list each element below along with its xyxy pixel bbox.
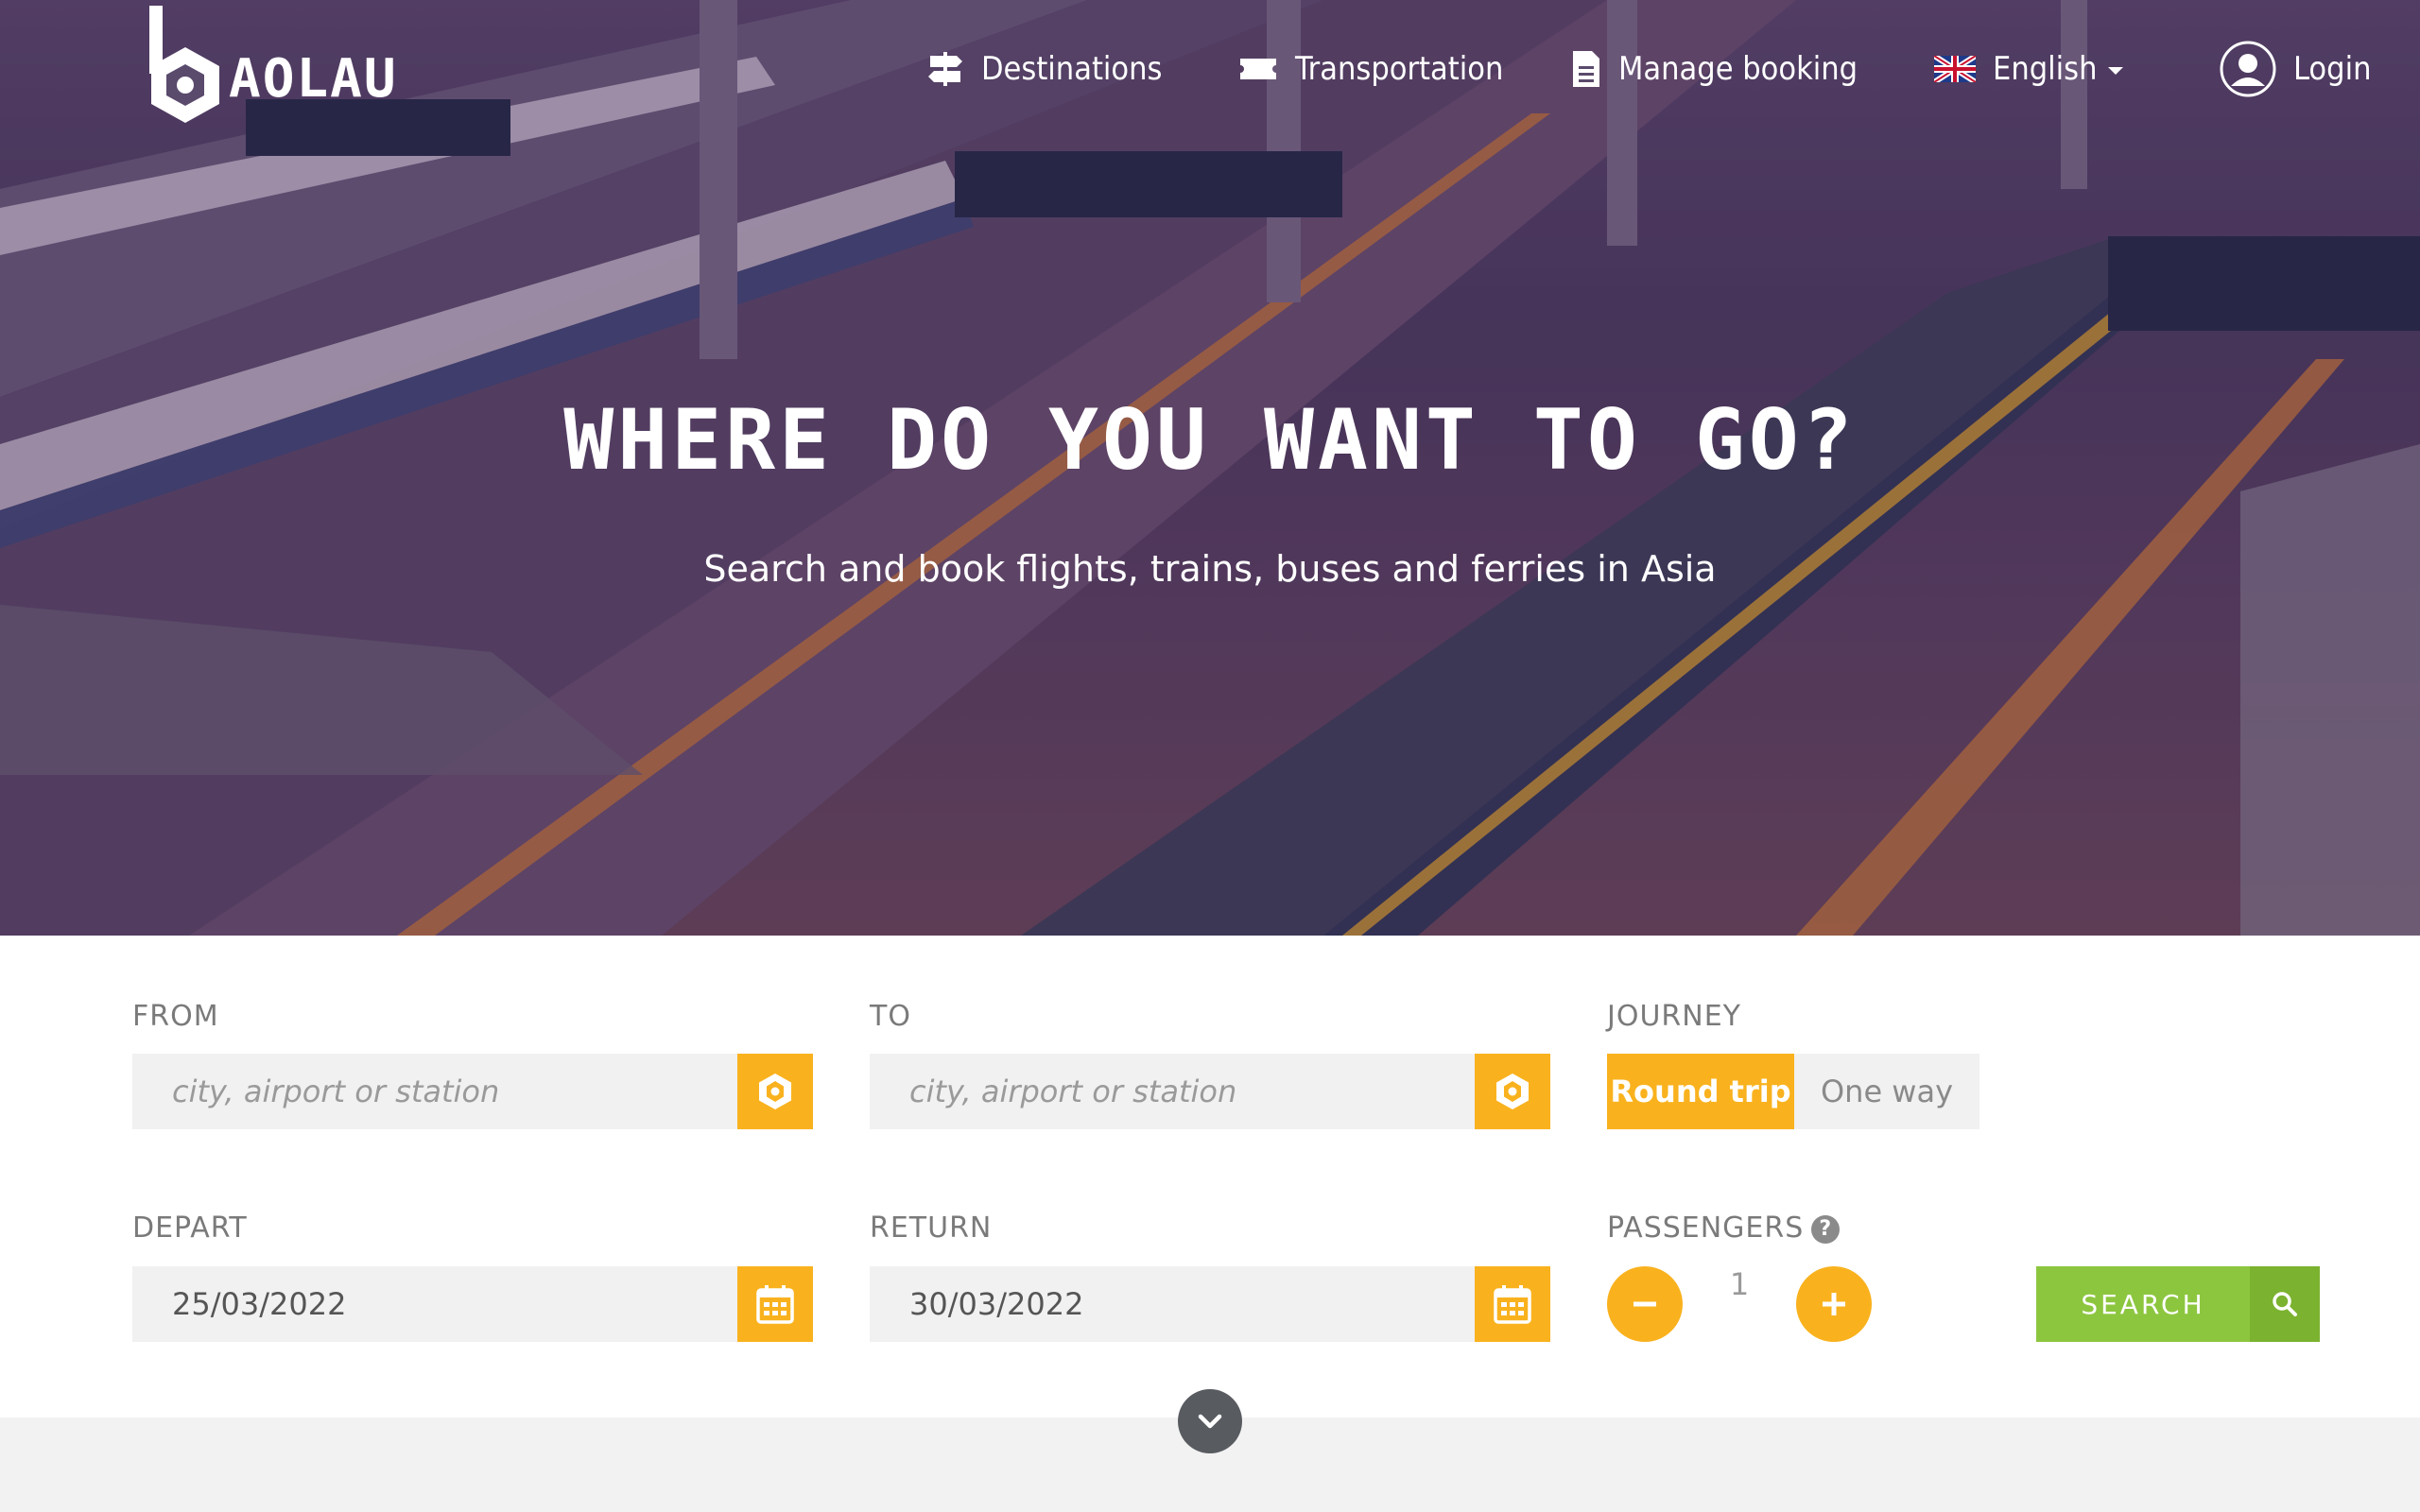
minus-icon: [1634, 1301, 1656, 1307]
return-calendar-button[interactable]: [1475, 1266, 1550, 1342]
journey-toggle: Round trip One way: [1607, 1054, 1979, 1129]
to-input[interactable]: city, airport or station: [870, 1074, 1475, 1109]
from-label: FROM: [132, 1000, 219, 1033]
from-input[interactable]: city, airport or station: [132, 1074, 737, 1109]
nav-transportation[interactable]: Transportation: [1238, 36, 1503, 102]
user-avatar-icon: [2220, 41, 2276, 97]
ticket-icon: [1240, 59, 1276, 79]
return-field[interactable]: 30/03/2022: [870, 1266, 1550, 1342]
hero-title: WHERE DO YOU WANT TO GO?: [563, 391, 1857, 489]
nav-destinations-label: Destinations: [981, 50, 1163, 88]
passengers-label: PASSENGERS: [1607, 1211, 1805, 1245]
location-hex-icon: [1496, 1074, 1529, 1109]
baolau-logo[interactable]: AOLAU: [144, 6, 398, 123]
to-field[interactable]: city, airport or station: [870, 1054, 1550, 1129]
from-field[interactable]: city, airport or station: [132, 1054, 813, 1129]
search-form: [0, 936, 2420, 1418]
login-label: Login: [2293, 50, 2372, 88]
search-icon: [2273, 1292, 2297, 1316]
search-button[interactable]: SEARCH: [2036, 1266, 2320, 1342]
language-label: English: [1993, 50, 2098, 88]
logo-text: AOLAU: [229, 48, 398, 110]
caret-down-icon: [2108, 67, 2124, 75]
nav-manage-booking-label: Manage booking: [1618, 50, 1858, 88]
scroll-down-button[interactable]: [1178, 1389, 1242, 1453]
round-trip-option[interactable]: Round trip: [1607, 1054, 1794, 1129]
language-selector[interactable]: English: [1934, 36, 2124, 102]
search-button-label: SEARCH: [2036, 1266, 2250, 1342]
search-icon-box: [2250, 1266, 2320, 1342]
journey-label: JOURNEY: [1607, 1000, 1741, 1033]
hero-banner: AOLAU Destinations Transportation Manage…: [0, 0, 2420, 936]
nav-transportation-label: Transportation: [1295, 50, 1504, 88]
chevron-down-icon: [1198, 1414, 1222, 1429]
return-date-input[interactable]: 30/03/2022: [870, 1286, 1475, 1322]
passengers-count: 1: [1729, 1266, 1750, 1302]
passengers-increment-button[interactable]: [1796, 1266, 1872, 1342]
depart-field[interactable]: 25/03/2022: [132, 1266, 813, 1342]
help-icon[interactable]: ?: [1811, 1214, 1841, 1244]
to-label: TO: [870, 1000, 911, 1033]
document-icon: [1573, 51, 1599, 87]
return-label: RETURN: [870, 1211, 993, 1245]
calendar-icon: [756, 1285, 794, 1324]
from-locate-button[interactable]: [737, 1054, 813, 1129]
passengers-label-group: PASSENGERS?: [1607, 1211, 1841, 1245]
hero-subtitle: Search and book flights, trains, buses a…: [703, 548, 1717, 590]
nav-login[interactable]: Login: [2220, 36, 2371, 102]
plus-icon: [1823, 1293, 1845, 1315]
location-hex-icon: [759, 1074, 791, 1109]
nav-manage-booking[interactable]: Manage booking: [1571, 36, 1858, 102]
logo-mark-icon: [149, 6, 219, 123]
signpost-icon: [928, 52, 962, 86]
calendar-icon: [1494, 1285, 1531, 1324]
passengers-decrement-button[interactable]: [1607, 1266, 1683, 1342]
depart-date-input[interactable]: 25/03/2022: [132, 1286, 737, 1322]
to-locate-button[interactable]: [1475, 1054, 1550, 1129]
uk-flag-icon: [1934, 56, 1976, 82]
depart-label: DEPART: [132, 1211, 248, 1245]
nav-destinations[interactable]: Destinations: [926, 36, 1162, 102]
one-way-option[interactable]: One way: [1794, 1054, 1979, 1129]
depart-calendar-button[interactable]: [737, 1266, 813, 1342]
